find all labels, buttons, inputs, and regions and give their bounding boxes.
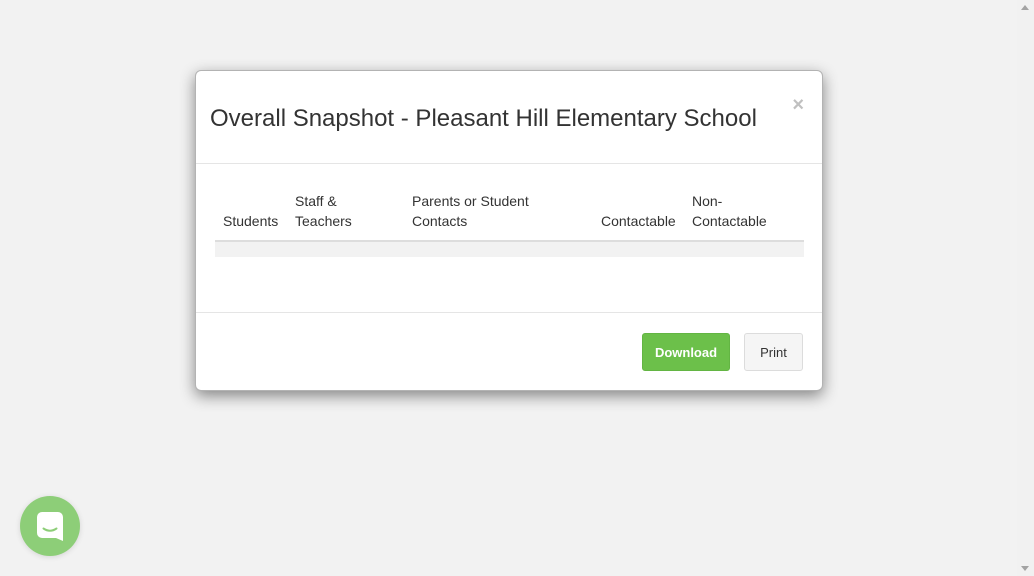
scroll-up-arrow-icon[interactable] [1021, 5, 1029, 10]
vertical-scrollbar[interactable] [1017, 0, 1034, 576]
chat-bubble-icon [37, 512, 63, 541]
column-header-line1: Parents or Student [412, 193, 529, 209]
column-header-students: Students [215, 191, 287, 242]
column-header-contactable: Contactable [593, 191, 684, 242]
column-header-parents-contacts: Parents or Student Contacts [404, 191, 593, 242]
snapshot-table: Students Staff & Teachers Parents or Stud… [215, 191, 804, 257]
snapshot-modal: Overall Snapshot - Pleasant Hill Element… [195, 70, 823, 391]
modal-body: Students Staff & Teachers Parents or Stud… [196, 164, 822, 313]
column-header-line1: Non- [692, 193, 723, 209]
page: Overall Snapshot - Pleasant Hill Element… [0, 0, 1034, 576]
column-header-staff-teachers: Staff & Teachers [287, 191, 404, 242]
column-header-line2: Contacts [412, 213, 468, 229]
print-button[interactable]: Print [744, 333, 803, 371]
column-header-line2: Contactable [692, 213, 767, 229]
download-button[interactable]: Download [642, 333, 730, 371]
table-cell [593, 241, 684, 257]
column-header-line2: Teachers [295, 213, 352, 229]
column-header-non-contactable: Non- Contactable [684, 191, 804, 242]
modal-title: Overall Snapshot - Pleasant Hill Element… [210, 105, 757, 132]
modal-footer: Download Print [196, 313, 822, 392]
scroll-down-arrow-icon[interactable] [1021, 566, 1029, 571]
modal-header: Overall Snapshot - Pleasant Hill Element… [196, 71, 822, 164]
table-row [215, 241, 804, 257]
table-cell [287, 241, 404, 257]
column-header-line2: Contactable [601, 213, 676, 229]
column-header-line2: Students [223, 213, 279, 229]
table-cell [404, 241, 593, 257]
table-cell [684, 241, 804, 257]
column-header-line1: Staff & [295, 193, 337, 209]
table-header-row: Students Staff & Teachers Parents or Stud… [215, 191, 804, 242]
close-button[interactable]: × [792, 95, 804, 115]
table-cell [215, 241, 287, 257]
chat-launcher-button[interactable] [20, 496, 80, 556]
